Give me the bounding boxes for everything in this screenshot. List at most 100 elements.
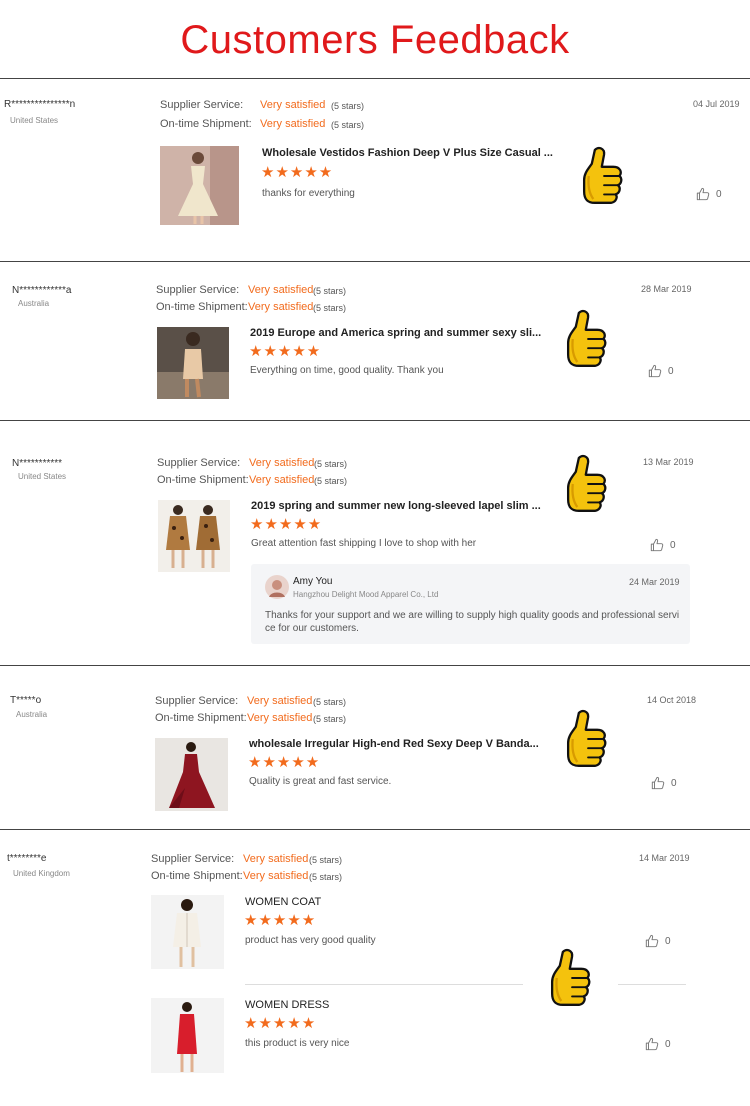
supplier-service-stars: (5 stars) [313, 286, 347, 296]
supplier-service-rating: Very satisfied [247, 695, 313, 707]
reply-text-line1: Thanks for your support and we are willi… [265, 610, 680, 621]
product-photo[interactable] [160, 146, 239, 225]
shipment-stars: (5 stars) [309, 872, 343, 882]
product-title[interactable]: wholesale Irregular High-end Red Sexy De… [249, 738, 539, 750]
thumbs-up-icon [562, 703, 608, 775]
shipment-label: On-time Shipment: [160, 118, 252, 130]
supplier-service-rating: Very satisfied [248, 284, 314, 296]
coat-image [151, 895, 224, 969]
supplier-service-stars: (5 stars) [309, 855, 343, 865]
like-icon [645, 934, 659, 948]
product-title[interactable]: 2019 Europe and America spring and summe… [250, 327, 541, 339]
product-title[interactable]: 2019 spring and summer new long-sleeved … [251, 500, 541, 512]
product-photo[interactable] [151, 895, 224, 969]
like-count: 0 [671, 777, 677, 789]
helpful-button[interactable]: 0 [645, 934, 671, 948]
helpful-button[interactable]: 0 [696, 187, 722, 201]
buyer-name: T*****o [10, 695, 42, 706]
divider [618, 984, 686, 985]
shipment-rating: Very satisfied [260, 118, 326, 130]
like-count: 0 [668, 365, 674, 377]
star-rating: ★★★★★ [244, 1015, 317, 1032]
supplier-service-stars: (5 stars) [313, 697, 347, 707]
dress-image [151, 998, 224, 1073]
review-date: 14 Oct 2018 [647, 695, 697, 705]
buyer-country: United States [10, 116, 59, 125]
like-count: 0 [665, 1038, 671, 1050]
helpful-button[interactable]: 0 [650, 538, 676, 552]
shipment-rating: Very satisfied [243, 870, 309, 882]
seller-reply: Amy You Hangzhou Delight Mood Apparel Co… [251, 564, 690, 644]
supplier-service-label: Supplier Service: [160, 99, 244, 111]
thumbs-up-icon [562, 303, 608, 375]
shipment-label: On-time Shipment: [157, 474, 249, 486]
shipment-rating: Very satisfied [249, 474, 315, 486]
thumbs-up-icon [562, 448, 608, 520]
supplier-service-rating: Very satisfied [243, 853, 309, 865]
review-date: 13 Mar 2019 [643, 457, 694, 467]
like-icon [651, 776, 665, 790]
product-photo[interactable] [155, 738, 228, 811]
supplier-service-label: Supplier Service: [156, 284, 240, 296]
shipment-stars: (5 stars) [331, 120, 365, 130]
supplier-service-label: Supplier Service: [151, 853, 235, 865]
shipment-stars: (5 stars) [314, 476, 348, 486]
shipment-stars: (5 stars) [313, 714, 347, 724]
helpful-button[interactable]: 0 [651, 776, 677, 790]
shipment-label: On-time Shipment: [156, 301, 248, 313]
divider [245, 984, 523, 985]
review-comment: Quality is great and fast service. [249, 776, 392, 787]
like-icon [645, 1037, 659, 1051]
buyer-name: N*********** [12, 458, 63, 469]
star-rating: ★★★★★ [261, 164, 334, 181]
divider [0, 665, 750, 666]
buyer-country: Australia [16, 710, 48, 719]
buyer-name: R***************n [4, 99, 76, 110]
review-comment: thanks for everything [262, 188, 355, 199]
review-date: 28 Mar 2019 [641, 284, 692, 294]
reply-text-line2: ce for our customers. [265, 623, 359, 634]
buyer-country: United Kingdom [13, 869, 70, 878]
product-title[interactable]: WOMEN DRESS [245, 999, 329, 1011]
thumbs-up-icon [546, 942, 592, 1014]
shipment-rating: Very satisfied [247, 712, 313, 724]
dress-image [155, 738, 228, 811]
product-title[interactable]: WOMEN COAT [245, 896, 321, 908]
star-rating: ★★★★★ [244, 912, 317, 929]
buyer-name: t********e [7, 853, 47, 864]
reply-date: 24 Mar 2019 [629, 577, 680, 587]
shipment-stars: (5 stars) [313, 303, 347, 313]
avatar [265, 575, 289, 599]
like-icon [696, 187, 710, 201]
like-icon [648, 364, 662, 378]
supplier-service-label: Supplier Service: [157, 457, 241, 469]
divider [0, 261, 750, 262]
helpful-button[interactable]: 0 [645, 1037, 671, 1051]
buyer-name: N************a [12, 285, 72, 296]
dress-image [160, 146, 239, 225]
like-count: 0 [670, 539, 676, 551]
supplier-service-rating: Very satisfied [249, 457, 315, 469]
product-photo[interactable] [157, 327, 229, 399]
review-comment: product has very good quality [245, 935, 376, 946]
shipment-label: On-time Shipment: [155, 712, 247, 724]
divider [0, 829, 750, 830]
review-comment: Great attention fast shipping I love to … [251, 538, 477, 549]
reply-author: Amy You [293, 576, 333, 587]
supplier-service-label: Supplier Service: [155, 695, 239, 707]
product-photo[interactable] [151, 998, 224, 1073]
supplier-service-stars: (5 stars) [314, 459, 348, 469]
buyer-country: United States [18, 472, 67, 481]
product-photo[interactable] [158, 500, 230, 572]
dress-image [157, 327, 229, 399]
helpful-button[interactable]: 0 [648, 364, 674, 378]
divider [0, 420, 750, 421]
divider [0, 78, 750, 79]
review-comment: Everything on time, good quality. Thank … [250, 365, 444, 376]
shipment-label: On-time Shipment: [151, 870, 243, 882]
product-title[interactable]: Wholesale Vestidos Fashion Deep V Plus S… [262, 147, 553, 159]
dress-image [158, 500, 230, 572]
reply-company: Hangzhou Delight Mood Apparel Co., Ltd [293, 590, 439, 599]
star-rating: ★★★★★ [248, 754, 321, 771]
like-count: 0 [665, 935, 671, 947]
